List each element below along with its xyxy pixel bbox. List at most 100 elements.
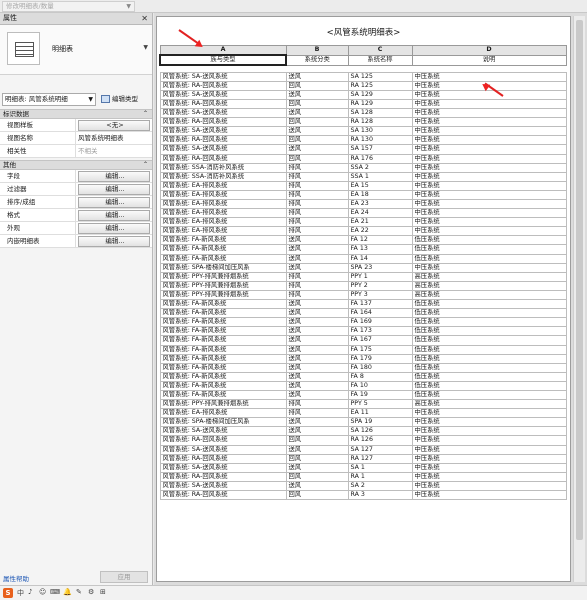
table-cell[interactable]: FA 175 (347, 344, 413, 355)
table-row[interactable]: 风管系统: FA-新风系统 送风 FA 14 低压系统 (159, 253, 567, 264)
table-cell[interactable]: 风管系统: FA-新风系统 (159, 371, 287, 382)
table-cell[interactable]: 送风 (285, 144, 349, 155)
table-cell[interactable]: 风管系统: EA-排风系统 (159, 408, 287, 419)
table-cell[interactable]: 低压系统 (411, 389, 567, 401)
table-cell[interactable]: 风管系统: EA-排风系统 (159, 180, 287, 191)
table-cell[interactable]: FA 167 (347, 335, 413, 346)
table-cell[interactable]: SA 1 (347, 462, 413, 473)
property-edit-button[interactable]: 编辑... (78, 197, 150, 208)
table-cell[interactable]: 高压系统 (411, 289, 567, 301)
table-cell[interactable]: 风管系统: PPY-排风兼排烟系统 (159, 271, 287, 282)
table-cell[interactable]: 排风 (285, 180, 349, 191)
table-cell[interactable]: RA 128 (347, 117, 413, 128)
table-row[interactable]: 风管系统: EA-排风系统 排风 EA 24 中压系统 (159, 208, 567, 219)
property-value[interactable]: 风管系统明细表 (76, 132, 152, 144)
table-cell[interactable]: SA 129 (347, 89, 413, 100)
table-cell[interactable]: 送风 (285, 462, 349, 473)
table-cell[interactable]: 中压系统 (411, 108, 567, 119)
table-cell[interactable]: 中压系统 (411, 89, 567, 100)
table-row[interactable]: 风管系统: RA-回风系统 回风 RA 126 中压系统 (159, 435, 567, 446)
table-cell[interactable]: 低压系统 (411, 299, 567, 310)
table-row[interactable]: 风管系统: SA-送风系统 送风 SA 127 中压系统 (159, 444, 567, 455)
table-cell[interactable]: 排风 (285, 399, 349, 410)
table-cell[interactable]: 中压系统 (411, 453, 567, 464)
table-cell[interactable]: 中压系统 (411, 117, 567, 128)
table-cell[interactable]: 风管系统: RA-回风系统 (159, 135, 287, 146)
table-cell[interactable]: 风管系统: FA-新风系统 (159, 389, 287, 401)
table-cell[interactable]: 送风 (285, 389, 349, 401)
table-cell[interactable]: 中压系统 (411, 135, 567, 146)
table-cell[interactable]: 风管系统: SA-送风系统 (159, 444, 287, 455)
properties-help-link[interactable]: 属性帮助 (3, 573, 29, 583)
table-cell[interactable]: 中压系统 (411, 171, 567, 182)
table-cell[interactable]: 送风 (285, 380, 349, 391)
table-cell[interactable]: EA 24 (347, 208, 413, 219)
table-cell[interactable]: 风管系统: PPY-排风兼排烟系统 (159, 399, 287, 410)
table-cell[interactable]: 风管系统: SPA-楼梯间加压风系 (159, 262, 287, 273)
table-cell[interactable]: PPY 1 (347, 271, 413, 282)
table-cell[interactable]: 回风 (285, 471, 349, 482)
table-cell[interactable]: 风管系统: EA-排风系统 (159, 198, 287, 210)
table-cell[interactable]: EA 15 (347, 180, 413, 191)
property-edit-button[interactable]: 编辑... (78, 210, 150, 221)
table-cell[interactable]: 中压系统 (411, 189, 567, 201)
column-header[interactable]: 系统名称 (347, 54, 413, 66)
table-cell[interactable]: FA 8 (347, 371, 413, 382)
table-cell[interactable]: 送风 (285, 244, 349, 255)
table-cell[interactable]: SA 128 (347, 108, 413, 119)
table-row[interactable]: 风管系统: SA-送风系统 送风 SA 1 中压系统 (159, 462, 567, 473)
taskbar-icon[interactable]: ⊞ (100, 588, 106, 596)
table-cell[interactable]: FA 14 (347, 253, 413, 264)
table-cell[interactable]: 排风 (285, 189, 349, 201)
table-cell[interactable]: 风管系统: RA-回风系统 (159, 435, 287, 446)
table-cell[interactable]: SPA 23 (347, 262, 413, 273)
table-cell[interactable]: 回风 (285, 435, 349, 446)
table-cell[interactable]: 送风 (285, 353, 349, 364)
table-cell[interactable]: 送风 (285, 426, 349, 437)
table-cell[interactable]: RA 130 (347, 135, 413, 146)
table-cell[interactable]: SA 125 (347, 71, 413, 82)
table-cell[interactable]: FA 164 (347, 308, 413, 319)
table-cell[interactable]: 风管系统: RA-回风系统 (159, 453, 287, 464)
table-row[interactable]: 风管系统: RA-回风系统 回风 RA 128 中压系统 (159, 117, 567, 128)
table-cell[interactable]: 风管系统: RA-回风系统 (159, 153, 287, 164)
table-row[interactable]: 风管系统: FA-新风系统 送风 FA 8 低压系统 (159, 371, 567, 382)
table-cell[interactable]: 风管系统: SA-送风系统 (159, 89, 287, 100)
table-cell[interactable]: EA 11 (347, 408, 413, 419)
table-row[interactable]: 风管系统: RA-回风系统 回风 RA 127 中压系统 (159, 453, 567, 464)
taskbar-icon[interactable]: 🔔 (63, 588, 72, 596)
table-cell[interactable]: 中压系统 (411, 71, 567, 82)
table-cell[interactable]: 风管系统: FA-新风系统 (159, 344, 287, 355)
table-row[interactable]: 风管系统: SA-送风系统 送风 SA 2 中压系统 (159, 480, 567, 492)
table-cell[interactable]: 风管系统: SSA-消防补风系统 (159, 162, 287, 173)
table-row[interactable]: 风管系统: FA-新风系统 送风 FA 137 低压系统 (159, 299, 567, 310)
table-cell[interactable]: 中压系统 (411, 180, 567, 191)
table-row[interactable]: 风管系统: SSA-消防补风系统 排风 SSA 2 中压系统 (159, 162, 567, 173)
input-method-logo-icon[interactable]: S (3, 588, 13, 598)
table-row[interactable]: 风管系统: EA-排风系统 排风 EA 23 中压系统 (159, 198, 567, 210)
table-row[interactable]: 风管系统: SA-送风系统 送风 SA 157 中压系统 (159, 144, 567, 155)
table-cell[interactable]: FA 173 (347, 326, 413, 337)
table-cell[interactable]: SA 127 (347, 444, 413, 455)
table-cell[interactable]: 风管系统: EA-排风系统 (159, 208, 287, 219)
table-cell[interactable]: FA 10 (347, 380, 413, 391)
table-cell[interactable]: 风管系统: SA-送风系统 (159, 71, 287, 82)
table-cell[interactable]: 低压系统 (411, 308, 567, 319)
table-row[interactable]: 风管系统: PPY-排风兼排烟系统 排风 PPY 1 高压系统 (159, 271, 567, 282)
column-letter[interactable]: A (159, 45, 287, 56)
table-cell[interactable]: 送风 (285, 89, 349, 100)
table-cell[interactable]: 回风 (285, 117, 349, 128)
scrollbar-thumb[interactable] (576, 20, 583, 540)
table-row[interactable]: 风管系统: FA-新风系统 送风 FA 180 低压系统 (159, 362, 567, 373)
table-cell[interactable]: SPA 19 (347, 417, 413, 428)
table-cell[interactable]: 排风 (285, 198, 349, 210)
table-cell[interactable]: 风管系统: PPY-排风兼排烟系统 (159, 289, 287, 301)
table-row[interactable]: 风管系统: FA-新风系统 送风 FA 179 低压系统 (159, 353, 567, 364)
table-cell[interactable]: EA 21 (347, 217, 413, 228)
table-row[interactable]: 风管系统: EA-排风系统 排风 EA 11 中压系统 (159, 408, 567, 419)
table-cell[interactable]: 风管系统: FA-新风系统 (159, 326, 287, 337)
table-cell[interactable]: 低压系统 (411, 317, 567, 328)
property-category[interactable]: 其他 ⌃ (0, 160, 152, 170)
table-cell[interactable]: 中压系统 (411, 226, 567, 237)
table-row[interactable]: 风管系统: EA-排风系统 排风 EA 15 中压系统 (159, 180, 567, 191)
